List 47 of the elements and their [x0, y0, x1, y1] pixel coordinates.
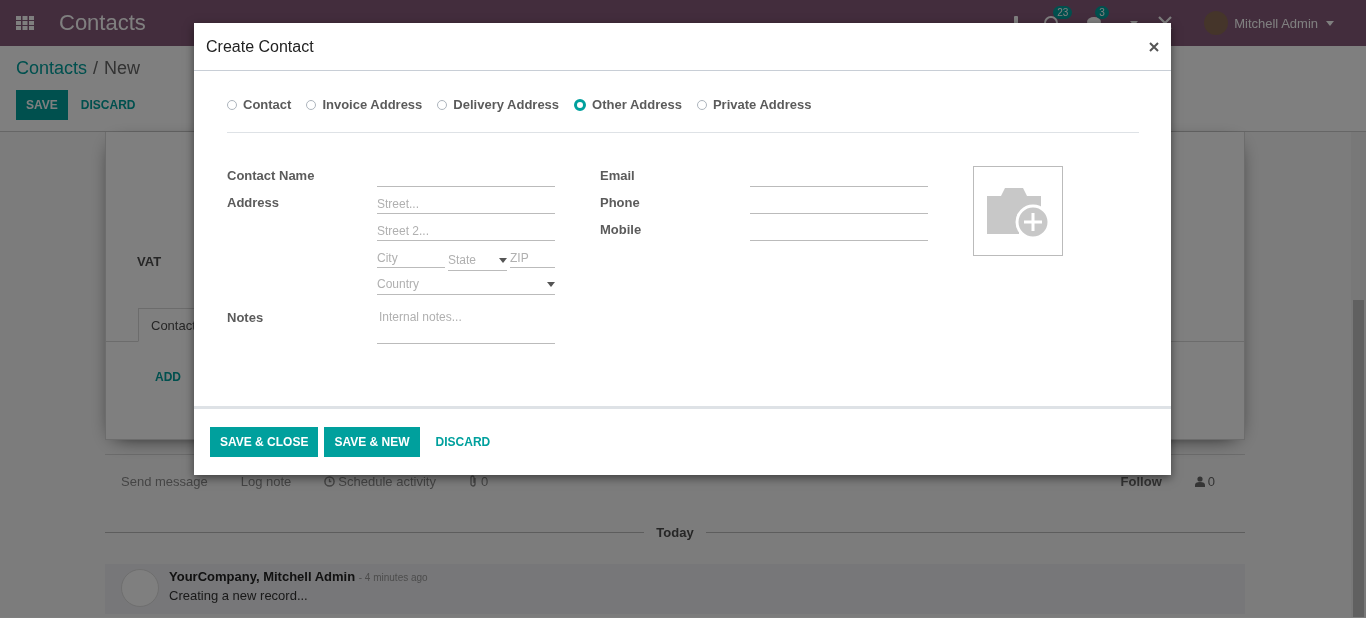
notification-badge: 3: [1095, 6, 1109, 19]
breadcrumb-separator: /: [93, 58, 99, 79]
apps-grid-icon[interactable]: [16, 16, 34, 30]
date-separator: Today: [656, 525, 694, 540]
message-text: Creating a new record...: [169, 588, 309, 603]
field-label: Notes: [227, 309, 265, 327]
field-label: Email: [600, 167, 636, 185]
save-button[interactable]: SAVE & CLOSE: [210, 427, 319, 457]
caret-icon: [499, 257, 507, 263]
app-title: Contacts: [59, 10, 146, 36]
address-type-radio[interactable]: Other Address: [574, 97, 682, 112]
dialog-title: Create Contact: [206, 37, 314, 56]
discard-button[interactable]: DISCARD: [425, 427, 501, 457]
message-author[interactable]: YourCompany, Mitchell Admin: [169, 569, 356, 584]
field-label: Contact Name: [227, 167, 316, 185]
paperclip-icon: [468, 475, 478, 487]
field-label: Address: [227, 194, 281, 212]
field-label: Phone: [600, 194, 641, 212]
followers-count[interactable]: 0: [1194, 473, 1215, 489]
close-icon[interactable]: [1149, 41, 1159, 52]
country-dropdown[interactable]: Country: [377, 276, 555, 295]
save-button[interactable]: SAVE: [16, 90, 68, 120]
save-button[interactable]: SAVE & NEW: [324, 427, 420, 457]
notification-badge: 23: [1053, 6, 1073, 19]
address-type-radio[interactable]: Contact: [227, 97, 292, 112]
follow-button[interactable]: Follow: [1120, 473, 1162, 489]
image-upload[interactable]: [973, 166, 1063, 256]
scrollbar[interactable]: [1351, 132, 1366, 617]
radio-icon[interactable]: [574, 98, 587, 111]
address-type-radio[interactable]: Private Address: [696, 97, 812, 112]
add-link[interactable]: ADD: [155, 370, 181, 384]
breadcrumb-current: New: [104, 58, 141, 79]
city-field[interactable]: City: [377, 251, 445, 268]
zip-field[interactable]: ZIP: [510, 251, 555, 268]
discard-button[interactable]: DISCARD: [69, 90, 147, 120]
field-label: VAT: [137, 254, 162, 269]
street2-field[interactable]: Street 2...: [377, 224, 555, 241]
street-field[interactable]: Street...: [377, 197, 555, 214]
clock-icon: [324, 475, 336, 487]
address-type-radio[interactable]: Delivery Address: [437, 97, 560, 112]
state-dropdown[interactable]: State: [448, 252, 507, 271]
caret-icon: [547, 281, 555, 287]
field-label: Mobile: [600, 221, 643, 239]
user-menu[interactable]: Mitchell Admin: [1234, 15, 1318, 31]
address-type-radio[interactable]: Invoice Address: [306, 97, 423, 112]
breadcrumb-link[interactable]: Contacts: [16, 58, 88, 79]
person-icon: [1194, 475, 1205, 487]
